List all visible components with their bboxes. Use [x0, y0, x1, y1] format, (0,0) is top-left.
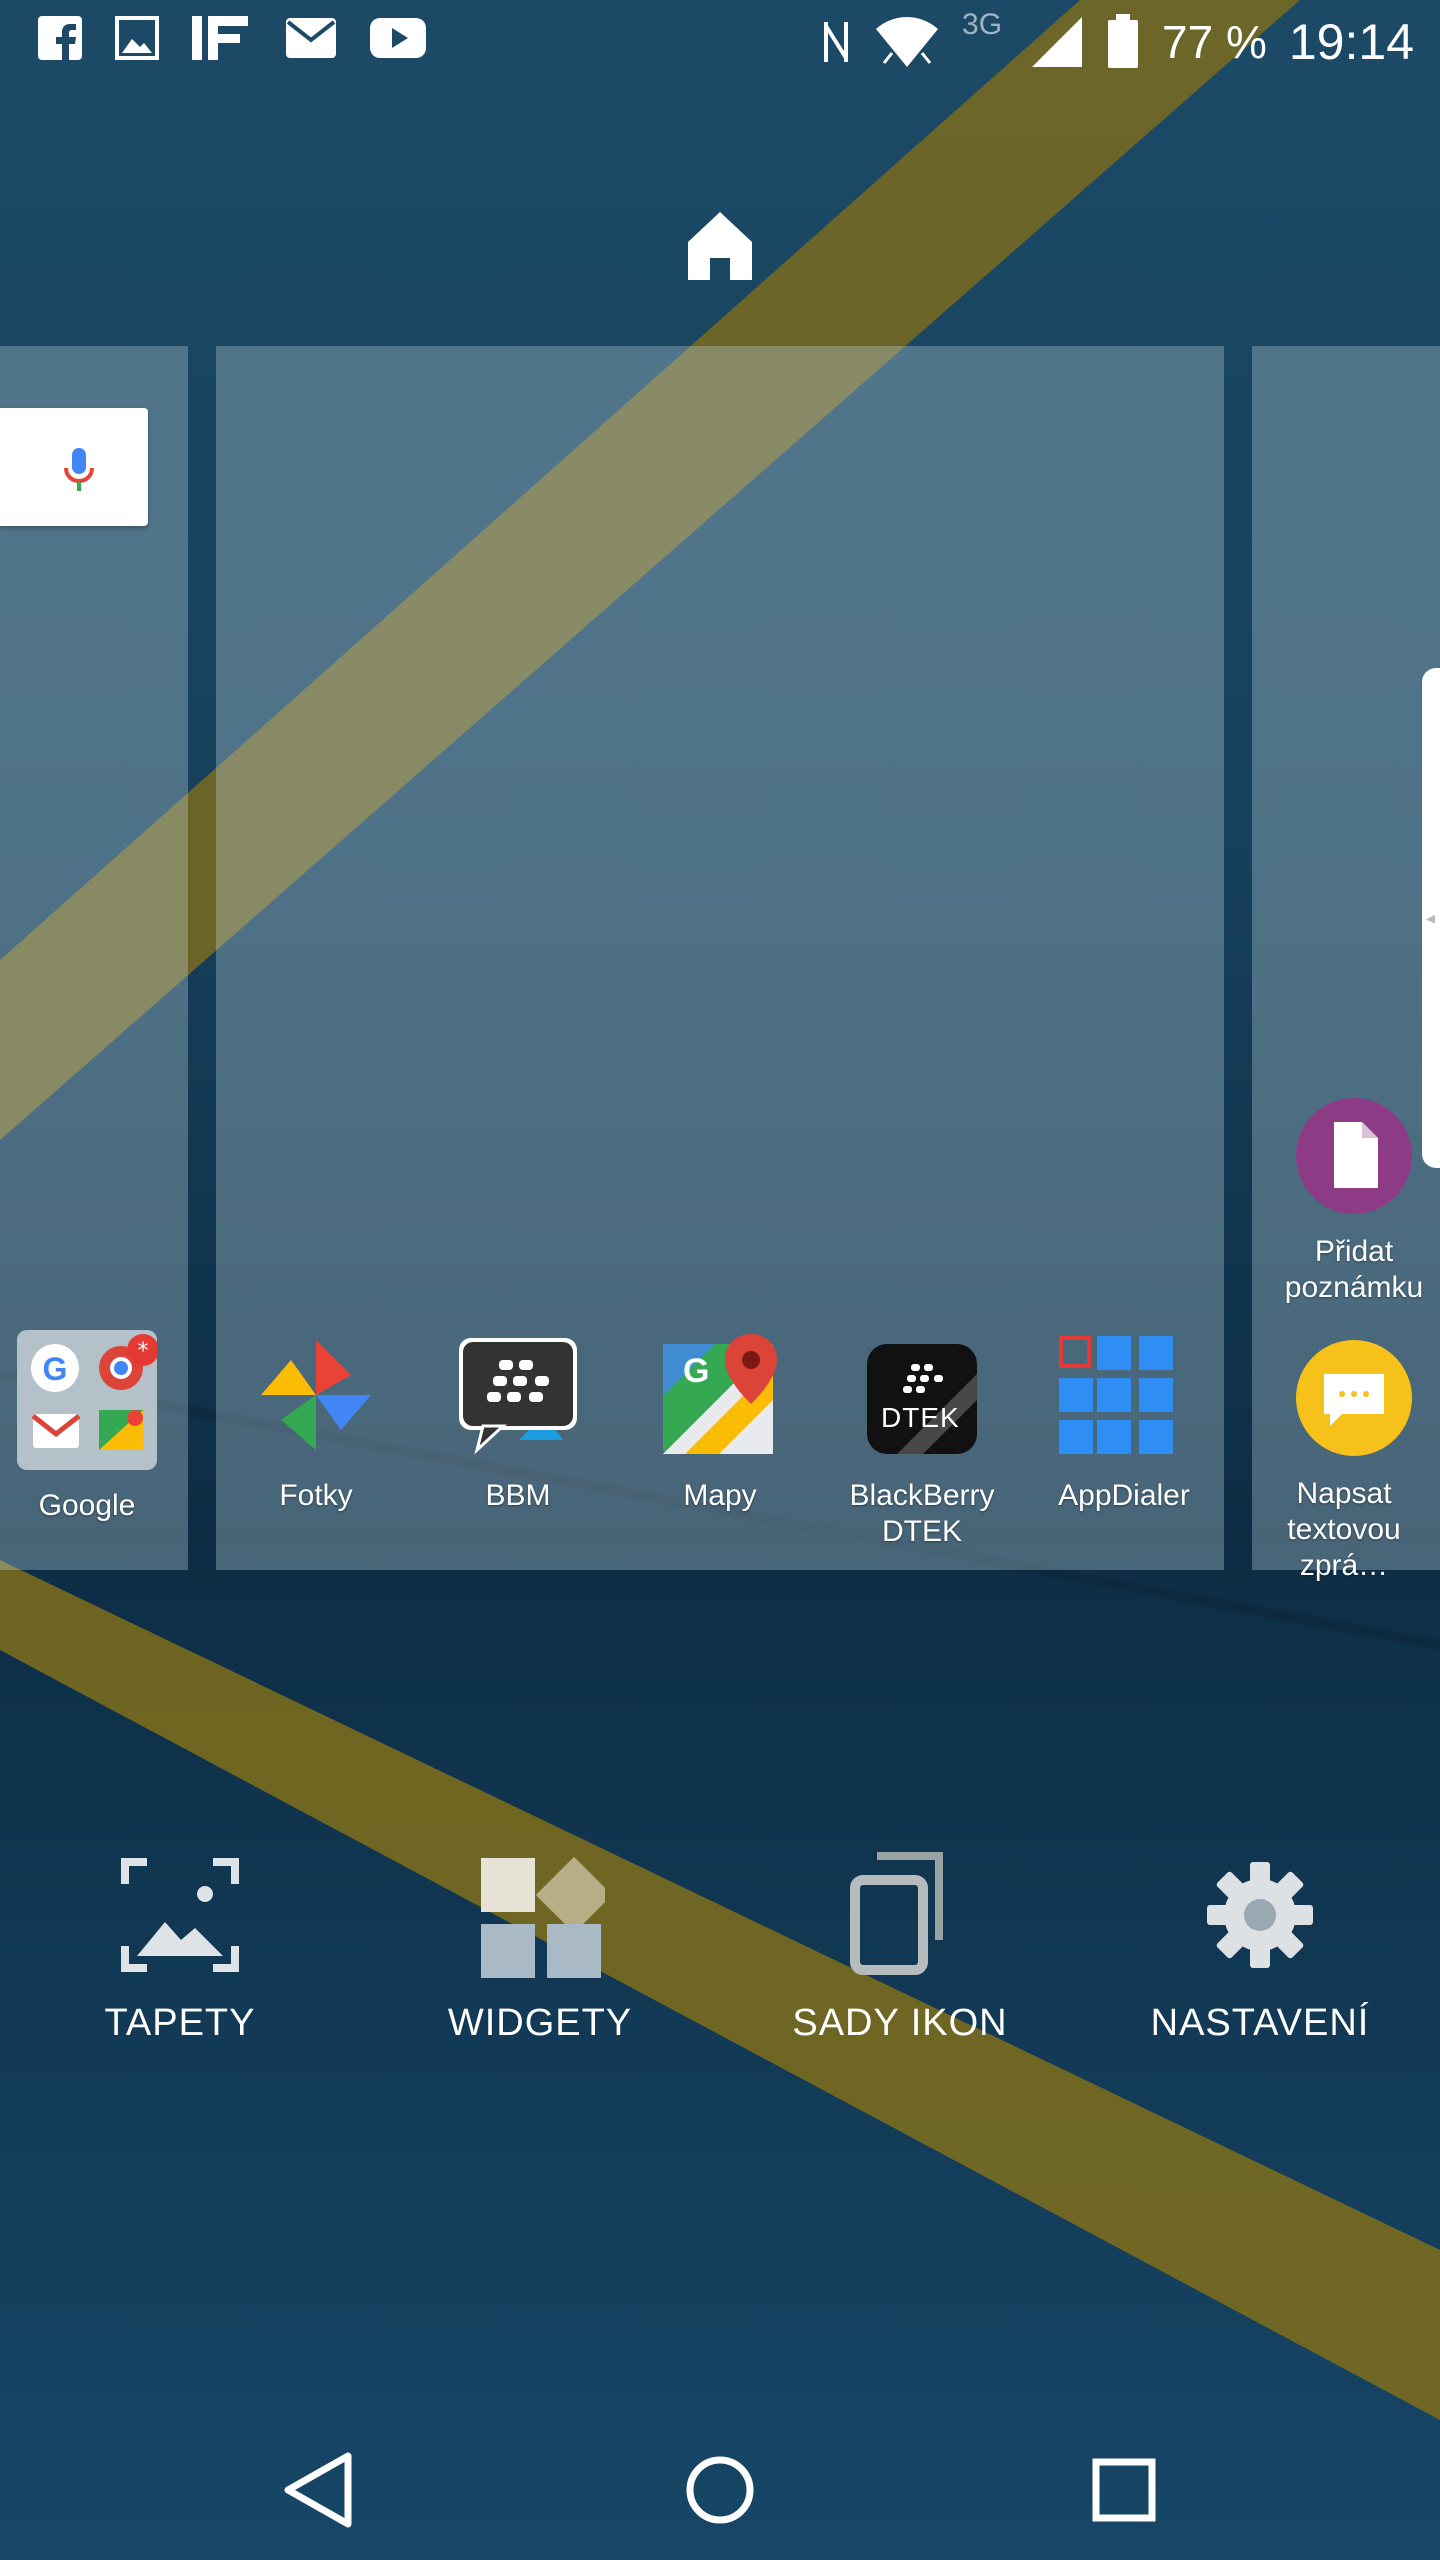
ifttt-icon: [192, 16, 248, 60]
app-mapy[interactable]: G Mapy: [620, 1330, 820, 1514]
app-blackberry-dtek[interactable]: DTEK BlackBerry DTEK: [822, 1330, 1022, 1550]
dtek-icon: DTEK: [857, 1330, 987, 1460]
option-label: TAPETY: [104, 2002, 256, 2044]
dtek-icon-text: DTEK: [881, 1402, 960, 1433]
notification-icons: [36, 14, 428, 62]
photos-icon: [251, 1330, 381, 1460]
svg-text:G: G: [43, 1351, 68, 1387]
app-label: Google: [38, 1489, 136, 1522]
battery-icon: [1108, 14, 1139, 68]
home-circle-icon[interactable]: [670, 2440, 770, 2540]
option-sady-ikon[interactable]: SADY IKON: [750, 1850, 1050, 2045]
svg-text:G: G: [683, 1352, 709, 1390]
note-icon: [1294, 1096, 1414, 1216]
google-folder-icon: G *: [17, 1330, 159, 1470]
wallpaper-icon: [115, 1850, 245, 1980]
home-page-icon[interactable]: [686, 210, 754, 282]
svg-text:*: *: [138, 1339, 149, 1364]
google-search-widget[interactable]: [0, 408, 148, 526]
facebook-icon: [38, 16, 82, 62]
navigation-bar: [0, 2400, 1440, 2560]
bbm-icon: [453, 1330, 583, 1460]
app-label: Fotky: [279, 1479, 353, 1512]
app-label: Mapy: [683, 1479, 757, 1512]
signal-icon: [1032, 17, 1083, 67]
option-tapety[interactable]: TAPETY: [30, 1850, 330, 2045]
maps-icon: G: [655, 1330, 785, 1460]
mic-icon[interactable]: [62, 446, 96, 494]
gallery-icon: [115, 16, 159, 60]
app-label: Napsat textovou zprá…: [1287, 1477, 1401, 1582]
widgets-icon: [475, 1850, 613, 1980]
back-icon[interactable]: [266, 2440, 366, 2540]
youtube-icon: [370, 18, 426, 58]
clock: 19:14: [1288, 14, 1414, 70]
battery-percent: 77 %: [1162, 16, 1267, 68]
app-appdialer[interactable]: AppDialer: [1024, 1330, 1224, 1514]
option-label: WIDGETY: [447, 2002, 633, 2044]
app-label: AppDialer: [1058, 1479, 1190, 1512]
option-nastaveni[interactable]: NASTAVENÍ: [1110, 1850, 1410, 2045]
option-label: SADY IKON: [792, 2002, 1008, 2044]
settings-icon: [1195, 1850, 1325, 1980]
appdialer-icon: [1059, 1330, 1189, 1467]
wifi-icon: [876, 17, 939, 67]
option-widgety[interactable]: WIDGETY: [390, 1850, 690, 2045]
icon-packs-icon: [835, 1850, 965, 1980]
recents-icon[interactable]: [1074, 2440, 1174, 2540]
option-label: NASTAVENÍ: [1150, 2002, 1370, 2044]
edge-panel-handle[interactable]: ◂: [1422, 668, 1440, 1168]
system-icons: 3G 77 % 19:14: [820, 8, 1414, 76]
app-fotky[interactable]: Fotky: [216, 1330, 416, 1514]
app-bbm[interactable]: BBM: [418, 1330, 618, 1514]
app-label: Přidat poznámku: [1284, 1235, 1424, 1304]
app-napsat-zpravu[interactable]: Napsat textovou zprá…: [1252, 1338, 1440, 1584]
message-icon: [1294, 1338, 1414, 1458]
app-pridat-poznamku[interactable]: Přidat poznámku: [1252, 1096, 1440, 1306]
app-label: BlackBerry DTEK: [849, 1479, 995, 1548]
network-type-label: 3G: [962, 8, 1003, 41]
mail-icon: [286, 18, 336, 58]
app-google-folder[interactable]: G * Google: [0, 1330, 187, 1524]
app-label: BBM: [485, 1479, 551, 1512]
nfc-icon: [824, 22, 849, 62]
status-bar: 3G 77 % 19:14: [0, 0, 1440, 84]
